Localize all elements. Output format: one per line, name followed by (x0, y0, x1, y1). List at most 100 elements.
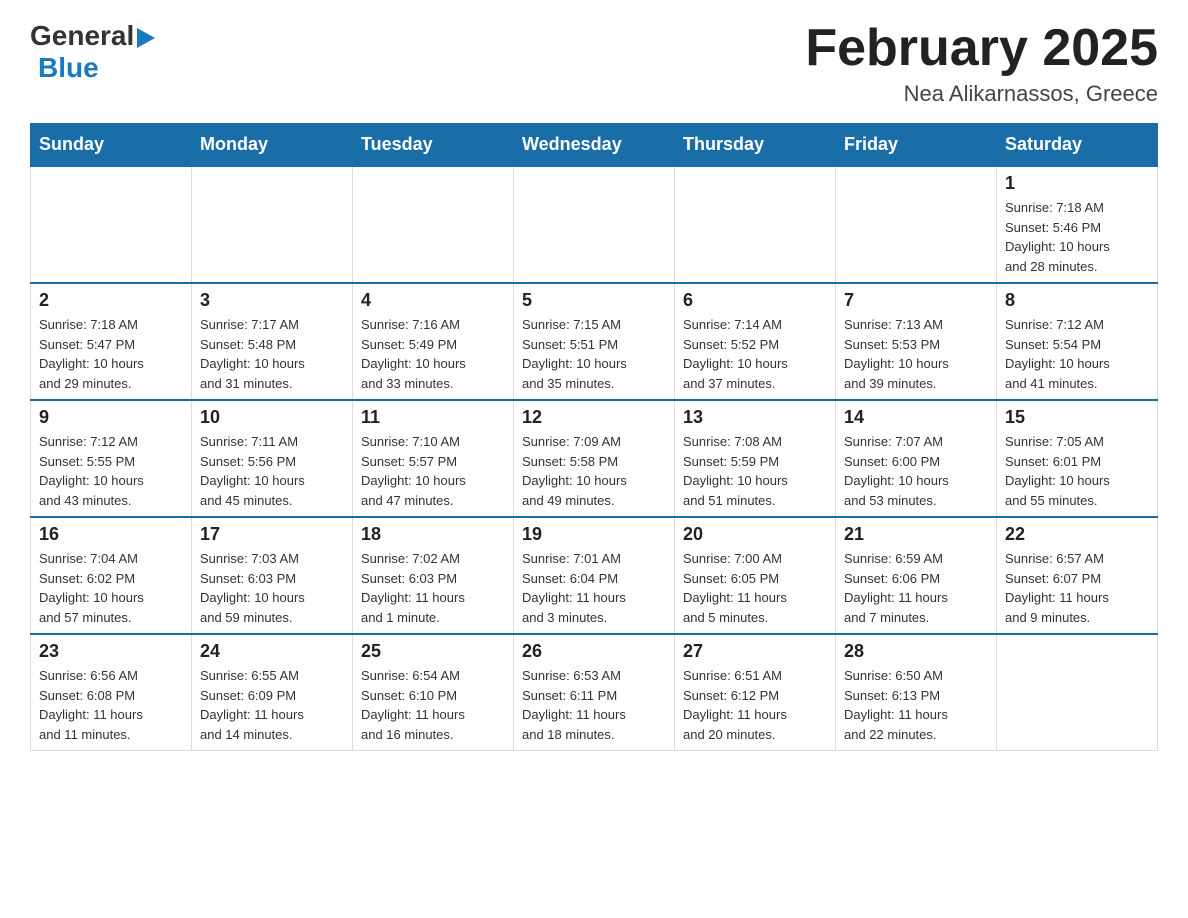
day-number: 21 (844, 524, 988, 545)
day-info: Sunrise: 6:57 AM Sunset: 6:07 PM Dayligh… (1005, 549, 1149, 627)
day-info: Sunrise: 6:59 AM Sunset: 6:06 PM Dayligh… (844, 549, 988, 627)
calendar-week-row: 9 Sunrise: 7:12 AM Sunset: 5:55 PM Daylig… (31, 400, 1158, 517)
calendar-day-cell: 16 Sunrise: 7:04 AM Sunset: 6:02 PM Dayli… (31, 517, 192, 634)
day-info: Sunrise: 7:18 AM Sunset: 5:47 PM Dayligh… (39, 315, 183, 393)
calendar-day-cell: 10 Sunrise: 7:11 AM Sunset: 5:56 PM Dayli… (192, 400, 353, 517)
day-info: Sunrise: 7:12 AM Sunset: 5:55 PM Dayligh… (39, 432, 183, 510)
calendar-day-cell: 5 Sunrise: 7:15 AM Sunset: 5:51 PM Daylig… (514, 283, 675, 400)
calendar-table: SundayMondayTuesdayWednesdayThursdayFrid… (30, 123, 1158, 751)
calendar-day-cell: 26 Sunrise: 6:53 AM Sunset: 6:11 PM Dayli… (514, 634, 675, 751)
calendar-day-cell (997, 634, 1158, 751)
calendar-day-cell: 13 Sunrise: 7:08 AM Sunset: 5:59 PM Dayli… (675, 400, 836, 517)
day-number: 23 (39, 641, 183, 662)
calendar-day-cell: 23 Sunrise: 6:56 AM Sunset: 6:08 PM Dayli… (31, 634, 192, 751)
day-info: Sunrise: 7:16 AM Sunset: 5:49 PM Dayligh… (361, 315, 505, 393)
day-info: Sunrise: 6:53 AM Sunset: 6:11 PM Dayligh… (522, 666, 666, 744)
day-number: 26 (522, 641, 666, 662)
day-number: 15 (1005, 407, 1149, 428)
day-info: Sunrise: 7:17 AM Sunset: 5:48 PM Dayligh… (200, 315, 344, 393)
day-info: Sunrise: 7:03 AM Sunset: 6:03 PM Dayligh… (200, 549, 344, 627)
day-number: 27 (683, 641, 827, 662)
calendar-day-cell: 6 Sunrise: 7:14 AM Sunset: 5:52 PM Daylig… (675, 283, 836, 400)
calendar-day-cell: 9 Sunrise: 7:12 AM Sunset: 5:55 PM Daylig… (31, 400, 192, 517)
title-area: February 2025 Nea Alikarnassos, Greece (805, 20, 1158, 107)
day-number: 4 (361, 290, 505, 311)
day-info: Sunrise: 7:09 AM Sunset: 5:58 PM Dayligh… (522, 432, 666, 510)
location: Nea Alikarnassos, Greece (805, 81, 1158, 107)
day-info: Sunrise: 7:05 AM Sunset: 6:01 PM Dayligh… (1005, 432, 1149, 510)
calendar-day-cell: 4 Sunrise: 7:16 AM Sunset: 5:49 PM Daylig… (353, 283, 514, 400)
calendar-day-cell: 1 Sunrise: 7:18 AM Sunset: 5:46 PM Daylig… (997, 166, 1158, 283)
day-number: 8 (1005, 290, 1149, 311)
calendar-day-cell: 14 Sunrise: 7:07 AM Sunset: 6:00 PM Dayli… (836, 400, 997, 517)
calendar-day-cell: 2 Sunrise: 7:18 AM Sunset: 5:47 PM Daylig… (31, 283, 192, 400)
day-number: 1 (1005, 173, 1149, 194)
calendar-day-cell: 12 Sunrise: 7:09 AM Sunset: 5:58 PM Dayli… (514, 400, 675, 517)
calendar-week-row: 23 Sunrise: 6:56 AM Sunset: 6:08 PM Dayli… (31, 634, 1158, 751)
day-info: Sunrise: 7:18 AM Sunset: 5:46 PM Dayligh… (1005, 198, 1149, 276)
day-number: 10 (200, 407, 344, 428)
calendar-day-header: Sunday (31, 124, 192, 167)
calendar-day-header: Friday (836, 124, 997, 167)
calendar-day-cell: 15 Sunrise: 7:05 AM Sunset: 6:01 PM Dayli… (997, 400, 1158, 517)
month-title: February 2025 (805, 20, 1158, 77)
day-info: Sunrise: 7:07 AM Sunset: 6:00 PM Dayligh… (844, 432, 988, 510)
calendar-day-cell: 27 Sunrise: 6:51 AM Sunset: 6:12 PM Dayli… (675, 634, 836, 751)
calendar-day-cell: 24 Sunrise: 6:55 AM Sunset: 6:09 PM Dayli… (192, 634, 353, 751)
page-header: General Blue February 2025 Nea Alikarnas… (30, 20, 1158, 107)
calendar-day-cell (353, 166, 514, 283)
day-number: 16 (39, 524, 183, 545)
day-number: 17 (200, 524, 344, 545)
day-number: 18 (361, 524, 505, 545)
day-number: 19 (522, 524, 666, 545)
calendar-day-header: Monday (192, 124, 353, 167)
day-number: 24 (200, 641, 344, 662)
day-number: 11 (361, 407, 505, 428)
day-number: 5 (522, 290, 666, 311)
day-number: 28 (844, 641, 988, 662)
day-info: Sunrise: 6:56 AM Sunset: 6:08 PM Dayligh… (39, 666, 183, 744)
day-info: Sunrise: 7:10 AM Sunset: 5:57 PM Dayligh… (361, 432, 505, 510)
day-number: 13 (683, 407, 827, 428)
calendar-week-row: 1 Sunrise: 7:18 AM Sunset: 5:46 PM Daylig… (31, 166, 1158, 283)
day-info: Sunrise: 6:50 AM Sunset: 6:13 PM Dayligh… (844, 666, 988, 744)
logo-blue-text: Blue (38, 52, 99, 84)
day-info: Sunrise: 7:12 AM Sunset: 5:54 PM Dayligh… (1005, 315, 1149, 393)
logo-general-text: General (30, 20, 134, 52)
calendar-day-cell: 25Sunrise: 6:54 AM Sunset: 6:10 PM Dayli… (353, 634, 514, 751)
logo: General Blue (30, 20, 155, 84)
calendar-day-cell (31, 166, 192, 283)
calendar-week-row: 16 Sunrise: 7:04 AM Sunset: 6:02 PM Dayli… (31, 517, 1158, 634)
calendar-day-cell: 11 Sunrise: 7:10 AM Sunset: 5:57 PM Dayli… (353, 400, 514, 517)
calendar-day-cell: 17 Sunrise: 7:03 AM Sunset: 6:03 PM Dayli… (192, 517, 353, 634)
day-info: Sunrise: 7:08 AM Sunset: 5:59 PM Dayligh… (683, 432, 827, 510)
calendar-day-header: Saturday (997, 124, 1158, 167)
day-number: 14 (844, 407, 988, 428)
calendar-day-cell: 20 Sunrise: 7:00 AM Sunset: 6:05 PM Dayli… (675, 517, 836, 634)
day-info: Sunrise: 7:11 AM Sunset: 5:56 PM Dayligh… (200, 432, 344, 510)
day-info: Sunrise: 7:04 AM Sunset: 6:02 PM Dayligh… (39, 549, 183, 627)
day-number: 12 (522, 407, 666, 428)
calendar-week-row: 2 Sunrise: 7:18 AM Sunset: 5:47 PM Daylig… (31, 283, 1158, 400)
day-number: 2 (39, 290, 183, 311)
day-info: Sunrise: 6:51 AM Sunset: 6:12 PM Dayligh… (683, 666, 827, 744)
calendar-day-header: Wednesday (514, 124, 675, 167)
day-info: Sunrise: 7:15 AM Sunset: 5:51 PM Dayligh… (522, 315, 666, 393)
day-number: 22 (1005, 524, 1149, 545)
day-number: 9 (39, 407, 183, 428)
day-info: Sunrise: 7:14 AM Sunset: 5:52 PM Dayligh… (683, 315, 827, 393)
calendar-day-cell (192, 166, 353, 283)
day-number: 20 (683, 524, 827, 545)
day-number: 7 (844, 290, 988, 311)
day-info: Sunrise: 7:00 AM Sunset: 6:05 PM Dayligh… (683, 549, 827, 627)
calendar-day-cell: 8 Sunrise: 7:12 AM Sunset: 5:54 PM Daylig… (997, 283, 1158, 400)
calendar-day-cell: 28 Sunrise: 6:50 AM Sunset: 6:13 PM Dayli… (836, 634, 997, 751)
day-info: Sunrise: 6:55 AM Sunset: 6:09 PM Dayligh… (200, 666, 344, 744)
day-info: Sunrise: 7:13 AM Sunset: 5:53 PM Dayligh… (844, 315, 988, 393)
calendar-day-cell (836, 166, 997, 283)
day-info: Sunrise: 7:01 AM Sunset: 6:04 PM Dayligh… (522, 549, 666, 627)
calendar-day-cell: 18 Sunrise: 7:02 AM Sunset: 6:03 PM Dayli… (353, 517, 514, 634)
calendar-day-cell: 19 Sunrise: 7:01 AM Sunset: 6:04 PM Dayli… (514, 517, 675, 634)
day-info: Sunrise: 7:02 AM Sunset: 6:03 PM Dayligh… (361, 549, 505, 627)
day-number: 6 (683, 290, 827, 311)
